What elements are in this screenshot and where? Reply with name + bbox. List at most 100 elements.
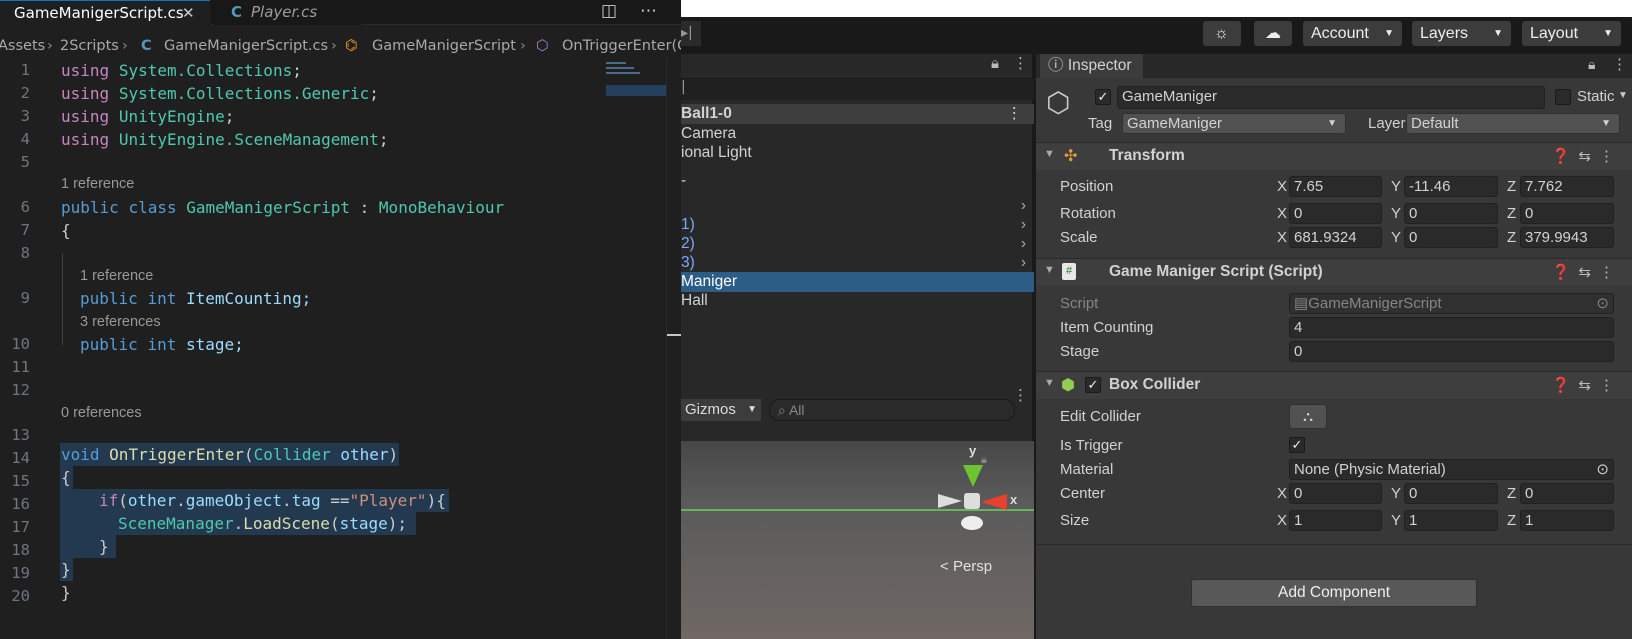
gizmos-dropdown[interactable]: Gizmos ▼ xyxy=(681,399,761,421)
code-editor: GameManigerScript.cs ✕ C Player.cs ◫ ⋯ A… xyxy=(0,0,681,639)
class-icon: ⌬ xyxy=(345,38,358,54)
hierarchy-item[interactable]: Camera xyxy=(681,124,1034,144)
collider-enabled-checkbox[interactable]: ✓ xyxy=(1085,377,1101,393)
tag-label: Tag xyxy=(1088,115,1113,132)
size-x-input[interactable]: 1 xyxy=(1289,510,1382,531)
stage-input[interactable]: 0 xyxy=(1289,341,1614,362)
position-y-input[interactable]: -11.46 xyxy=(1404,176,1498,197)
center-y-input[interactable]: 0 xyxy=(1404,483,1498,504)
hierarchy-item[interactable]: 3) › xyxy=(681,253,1034,273)
breadcrumb-item[interactable]: 2Scripts xyxy=(60,38,119,54)
account-dropdown[interactable]: Account ▼ xyxy=(1303,21,1402,46)
rotation-z-input[interactable]: 0 xyxy=(1520,203,1614,224)
csharp-file-icon: C xyxy=(231,3,243,21)
chevron-down-icon: ▼ xyxy=(1327,118,1337,129)
breadcrumb-item[interactable]: GameManigerScript.cs xyxy=(164,38,328,54)
hierarchy-item[interactable]: 2) › xyxy=(681,234,1034,254)
hierarchy-item[interactable]: Hall xyxy=(681,291,1034,311)
tab-gamemanigerscript[interactable]: GameManigerScript.cs ✕ xyxy=(0,0,210,25)
close-icon[interactable]: ✕ xyxy=(182,1,195,26)
line-number: 20 xyxy=(11,587,30,605)
kebab-menu-icon[interactable]: ⋮ xyxy=(1013,386,1028,404)
script-component-header[interactable]: ▼ # Game Maniger Script (Script) ❓⇆⋮ xyxy=(1036,258,1632,286)
editor-scrollbar[interactable] xyxy=(666,58,681,639)
size-z-input[interactable]: 1 xyxy=(1520,510,1614,531)
tab-player[interactable]: C Player.cs xyxy=(213,0,361,25)
active-checkbox[interactable]: ✓ xyxy=(1095,89,1111,105)
minimap[interactable] xyxy=(606,58,666,98)
rotation-label: Rotation xyxy=(1060,205,1116,222)
codelens[interactable]: 1 reference xyxy=(80,266,153,286)
code-area[interactable]: 1 2 3 4 5 6 7 8 9 10 11 12 13 14 15 16 1… xyxy=(0,58,664,639)
line-number: 4 xyxy=(20,130,30,148)
code-line: } xyxy=(99,537,109,556)
lock-icon[interactable]: 🔒︎ xyxy=(991,54,999,72)
kebab-menu-icon[interactable]: ⋮ xyxy=(1013,54,1028,72)
transform-header[interactable]: ▼ ✣ Transform ❓⇆⋮ xyxy=(1036,142,1632,170)
hierarchy-item[interactable]: › xyxy=(681,196,1034,216)
gameobject-name-input[interactable]: GameManiger xyxy=(1117,86,1545,109)
hierarchy-item[interactable]: 1) › xyxy=(681,215,1034,235)
scene-viewport[interactable]: 🔒︎ y x < Persp xyxy=(681,441,1034,639)
layers-dropdown[interactable]: Layers ▼ xyxy=(1412,21,1511,46)
line-number: 16 xyxy=(11,495,30,513)
method-icon: ⬡ xyxy=(536,38,549,54)
layout-dropdown[interactable]: Layout ▼ xyxy=(1522,21,1621,46)
tab-inspector[interactable]: ⓘ Inspector xyxy=(1040,54,1143,78)
scale-z-input[interactable]: 379.9943 xyxy=(1520,227,1614,248)
line-number: 15 xyxy=(11,472,30,490)
hierarchy-item[interactable]: ional Light xyxy=(681,143,1034,163)
collab-icon[interactable]: ☼ xyxy=(1203,21,1241,46)
position-z-input[interactable]: 7.762 xyxy=(1520,176,1614,197)
kebab-menu-icon[interactable]: ⋮ xyxy=(1612,55,1627,73)
rotation-x-input[interactable]: 0 xyxy=(1289,203,1382,224)
codelens[interactable]: 0 references xyxy=(61,403,142,423)
chevron-down-icon: ▼ xyxy=(1493,28,1503,39)
chevron-down-icon[interactable]: ▼ xyxy=(1618,90,1628,101)
hierarchy-item[interactable]: - xyxy=(681,171,1034,191)
add-component-button[interactable]: Add Component xyxy=(1191,579,1477,607)
unity-toolbar: ▸| ☼ ☁ Account ▼ Layers ▼ Layout ▼ xyxy=(681,17,1632,53)
component-menu-icons: ❓⇆⋮ xyxy=(1551,148,1622,165)
position-label: Position xyxy=(1060,178,1114,195)
position-x-input[interactable]: 7.65 xyxy=(1289,176,1382,197)
rotation-y-input[interactable]: 0 xyxy=(1404,203,1498,224)
cloud-icon[interactable]: ☁ xyxy=(1254,21,1292,46)
scale-x-input[interactable]: 681.9324 xyxy=(1289,227,1382,248)
material-label: Material xyxy=(1060,461,1114,478)
material-field[interactable]: None (Physic Material) ⊙ xyxy=(1289,459,1614,480)
edit-collider-button[interactable]: ⛬ xyxy=(1289,404,1327,429)
more-actions-icon[interactable]: ⋯ xyxy=(640,0,657,23)
lock-icon[interactable]: 🔒︎ xyxy=(1588,56,1595,73)
split-editor-icon[interactable]: ◫ xyxy=(601,0,617,23)
layer-dropdown[interactable]: Default ▼ xyxy=(1406,113,1620,134)
line-number: 10 xyxy=(11,335,30,353)
script-field[interactable]: ▤GameManigerScript ⊙ xyxy=(1289,293,1614,314)
hierarchy-search[interactable]: | xyxy=(681,78,1034,100)
persp-label[interactable]: < Persp xyxy=(940,558,992,575)
size-y-input[interactable]: 1 xyxy=(1404,510,1498,531)
code-line: void OnTriggerEnter(Collider other) xyxy=(61,445,399,464)
item-counting-input[interactable]: 4 xyxy=(1289,317,1614,338)
hierarchy-item-selected[interactable]: Maniger xyxy=(681,272,1034,292)
code-line: using UnityEngine; xyxy=(61,107,235,126)
static-checkbox[interactable] xyxy=(1555,89,1571,105)
step-icon[interactable]: ▸| xyxy=(681,21,701,46)
script-file-icon: ▤ xyxy=(1294,295,1309,312)
breadcrumb-item[interactable]: Assets xyxy=(0,38,45,54)
codelens[interactable]: 3 references xyxy=(80,312,161,332)
scale-label: Scale xyxy=(1060,229,1098,246)
scale-y-input[interactable]: 0 xyxy=(1404,227,1498,248)
box-collider-header[interactable]: ▼ ⬢ ✓ Box Collider ❓⇆⋮ xyxy=(1036,371,1632,399)
center-z-input[interactable]: 0 xyxy=(1520,483,1614,504)
codelens[interactable]: 1 reference xyxy=(61,174,134,194)
breadcrumb-item[interactable]: GameManigerScript xyxy=(372,38,516,54)
center-x-input[interactable]: 0 xyxy=(1289,483,1382,504)
object-picker-icon: ⊙ xyxy=(1596,461,1609,478)
scene-root[interactable]: Ball1-0 ⋮ xyxy=(681,104,1034,124)
lock-icon: 🔒︎ xyxy=(981,453,987,466)
scene-search-input[interactable]: ⌕ All xyxy=(769,399,1015,421)
tag-dropdown[interactable]: GameManiger ▼ xyxy=(1122,113,1346,134)
breadcrumb-item[interactable]: OnTriggerEnter(C xyxy=(562,38,681,54)
is-trigger-checkbox[interactable]: ✓ xyxy=(1289,437,1305,453)
